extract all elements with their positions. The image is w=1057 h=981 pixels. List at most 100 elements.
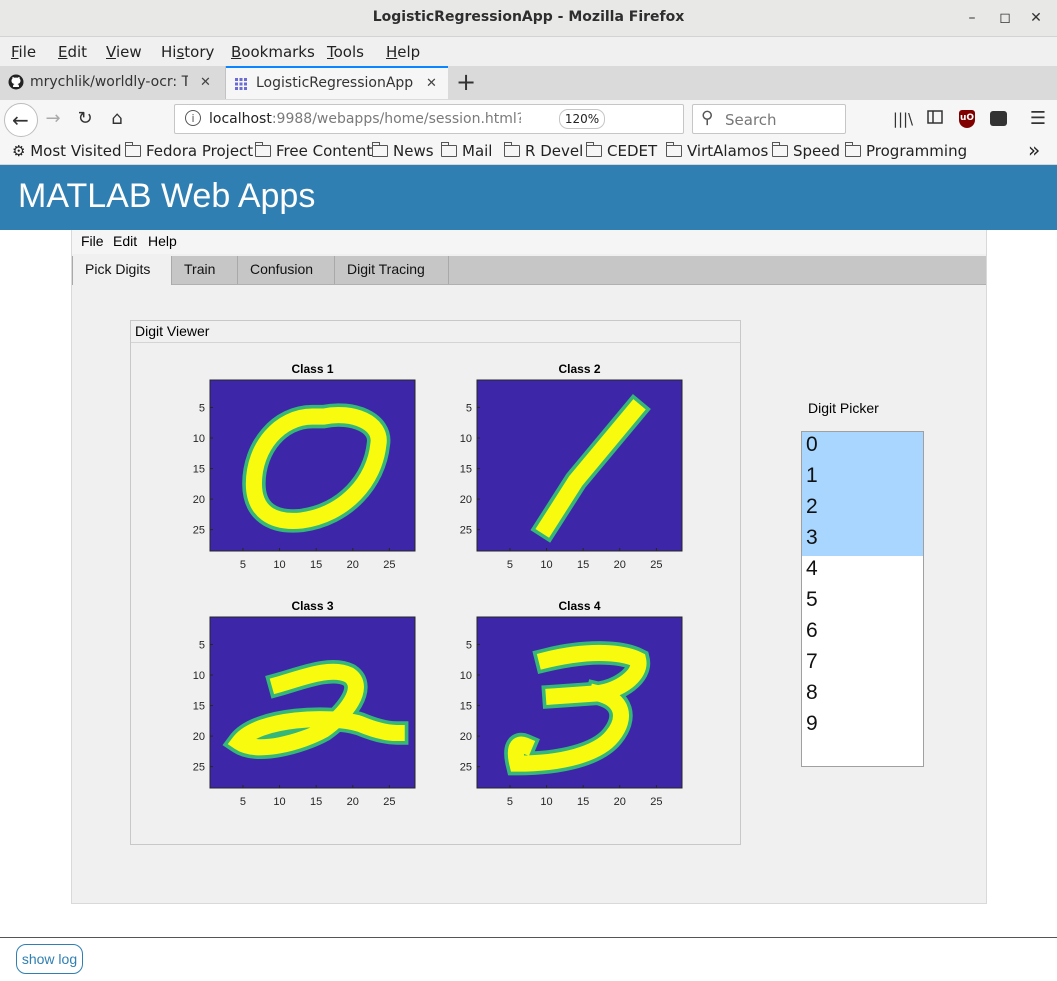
url-text: localhost:9988/webapps/home/session.html… (209, 111, 521, 127)
minimize-button[interactable]: – (962, 8, 982, 28)
menu-file[interactable]: File (11, 43, 36, 61)
folder-icon (503, 142, 520, 157)
app-menu-file[interactable]: File (81, 233, 104, 249)
y-tick-label: 5 (466, 402, 472, 414)
digit-plot-1: Class 1 5 10 15 20 25 5 10 15 20 25 (193, 362, 416, 571)
search-placeholder: Search (725, 111, 777, 129)
search-box[interactable]: ⚲ Search (692, 104, 846, 134)
folder-icon (371, 142, 388, 157)
tab-github[interactable]: mrychlik/worldly-ocr: Te ✕ (0, 66, 226, 99)
app-menu-help[interactable]: Help (148, 233, 177, 249)
container-icon[interactable] (990, 111, 1007, 126)
x-tick-label: 20 (614, 559, 626, 571)
menu-tools[interactable]: Tools (327, 43, 364, 61)
digit-option-5[interactable]: 5 (802, 587, 923, 618)
y-tick-label: 20 (460, 731, 472, 743)
url-host: localhost (209, 111, 272, 127)
bookmark-r-devel[interactable]: R Devel (503, 142, 583, 160)
digit-picker-listbox[interactable]: 0123456789 (801, 431, 924, 767)
tab-pick-digits[interactable]: Pick Digits (72, 256, 172, 285)
y-tick-label: 10 (460, 670, 472, 682)
menu-view[interactable]: View (106, 43, 142, 61)
digit-option-9[interactable]: 9 (802, 711, 923, 742)
digit-option-3[interactable]: 3 (802, 525, 923, 556)
app-menu-edit[interactable]: Edit (113, 233, 137, 249)
sidebar-toggle-icon[interactable] (924, 108, 946, 130)
page-header: MATLAB Web Apps (0, 165, 1057, 230)
close-tab-icon[interactable]: ✕ (426, 68, 437, 99)
back-arrow-icon: ← (12, 108, 29, 132)
digit-option-8[interactable]: 8 (802, 680, 923, 711)
home-icon[interactable]: ⌂ (106, 108, 128, 130)
bookmark-programming[interactable]: Programming (844, 142, 967, 160)
tab-digit-tracing[interactable]: Digit Tracing (335, 256, 449, 284)
y-tick-label: 15 (460, 701, 472, 713)
site-info-icon[interactable]: i (185, 110, 201, 126)
digit-option-7[interactable]: 7 (802, 649, 923, 680)
menu-edit[interactable]: Edit (58, 43, 87, 61)
menu-help[interactable]: Help (386, 43, 420, 61)
menu-history-pre: Hi (161, 43, 177, 61)
x-tick-label: 5 (507, 559, 513, 571)
bookmark-mail[interactable]: Mail (440, 142, 493, 160)
menu-bookmarks[interactable]: Bookmarks (231, 43, 315, 61)
url-bar[interactable]: i localhost:9988/webapps/home/session.ht… (174, 104, 684, 134)
y-tick-label: 5 (199, 402, 205, 414)
x-tick-label: 25 (383, 796, 395, 808)
digit-option-2[interactable]: 2 (802, 494, 923, 525)
digit-plot-2: Class 2 5 10 15 20 25 5 10 15 20 25 (460, 362, 683, 571)
app-menubar: File Edit Help (72, 230, 986, 254)
bookmark-cedet[interactable]: CEDET (585, 142, 657, 160)
library-icon[interactable]: |||\ (892, 108, 914, 130)
bookmark-most-visited[interactable]: ⚙ Most Visited (12, 142, 122, 160)
bookmark-virtalamos[interactable]: VirtAlamos (665, 142, 768, 160)
menu-view-rest: iew (115, 43, 142, 61)
x-tick-label: 20 (347, 796, 359, 808)
digit-option-1[interactable]: 1 (802, 463, 923, 494)
digit-option-6[interactable]: 6 (802, 618, 923, 649)
x-tick-label: 20 (614, 796, 626, 808)
forward-arrow-icon[interactable]: → (42, 108, 64, 130)
y-tick-label: 20 (193, 731, 205, 743)
tab-confusion[interactable]: Confusion (238, 256, 335, 284)
maximize-button[interactable]: ◻ (995, 8, 1015, 28)
digit-option-0[interactable]: 0 (802, 432, 923, 463)
ublock-icon[interactable]: uO (959, 110, 975, 128)
plot-title: Class 3 (291, 599, 333, 613)
overflow-chevron-icon[interactable]: » (1028, 138, 1040, 162)
close-window-button[interactable]: ✕ (1026, 8, 1046, 28)
menu-edit-rest: dit (67, 43, 88, 61)
bookmark-fedora-project[interactable]: Fedora Project (124, 142, 254, 160)
y-tick-label: 10 (193, 433, 205, 445)
y-tick-label: 15 (193, 464, 205, 476)
plot-title: Class 4 (558, 599, 600, 613)
show-log-button[interactable]: show log (16, 944, 83, 974)
bookmark-speed[interactable]: Speed (771, 142, 840, 160)
digit-option-4[interactable]: 4 (802, 556, 923, 587)
new-tab-button[interactable]: + (454, 70, 478, 94)
menu-history[interactable]: History (161, 43, 214, 61)
back-button[interactable]: ← (4, 103, 38, 137)
x-tick-label: 5 (240, 559, 246, 571)
bookmark-label: Free Content (276, 142, 373, 160)
bookmark-label: Fedora Project (146, 142, 254, 160)
menu-bookmarks-rest: ookmarks (241, 43, 315, 61)
hamburger-menu-icon[interactable]: ☰ (1027, 108, 1049, 130)
x-tick-label: 25 (650, 796, 662, 808)
tab-strip: mrychlik/worldly-ocr: Te ✕ LogisticRegre… (0, 66, 1057, 100)
bookmark-news[interactable]: News (371, 142, 434, 160)
tab-logistic-regression[interactable]: LogisticRegressionApp ✕ (226, 66, 448, 99)
folder-icon (585, 142, 602, 157)
y-tick-label: 20 (193, 494, 205, 506)
close-tab-icon[interactable]: ✕ (200, 66, 211, 99)
digit-plots: Class 1 5 10 15 20 25 5 10 15 20 25 Class 2 5 10 15 20 2… (193, 362, 683, 808)
tab-train[interactable]: Train (172, 256, 238, 284)
bookmark-label: Mail (462, 142, 493, 160)
menu-tools-mnemonic: T (327, 43, 334, 61)
zoom-level-badge[interactable]: 120% (559, 109, 605, 129)
x-tick-label: 5 (507, 796, 513, 808)
reload-icon[interactable]: ↻ (74, 108, 96, 130)
bookmark-free-content[interactable]: Free Content (254, 142, 373, 160)
x-tick-label: 15 (577, 796, 589, 808)
y-tick-label: 5 (199, 639, 205, 651)
